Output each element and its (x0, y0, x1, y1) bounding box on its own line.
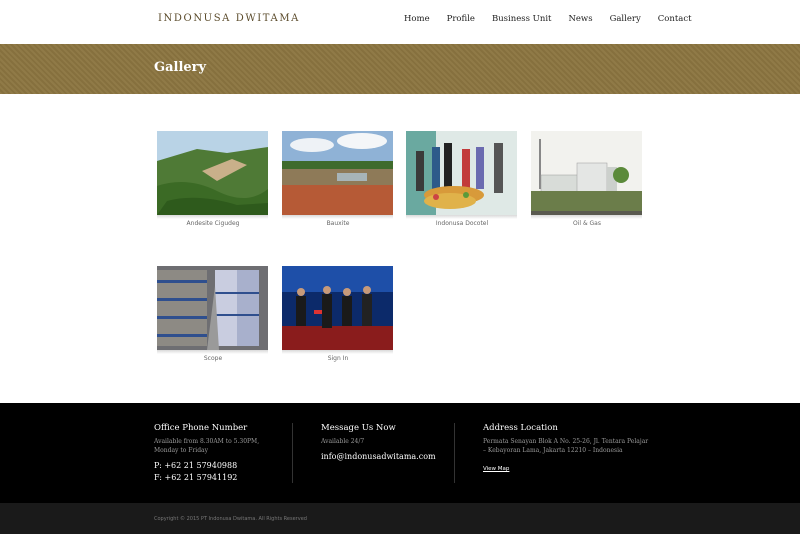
main-nav: Home Profile Business Unit News Gallery … (404, 14, 709, 24)
thumb-shadow (157, 350, 268, 354)
thumb-shadow (531, 215, 642, 219)
gallery-item-docotel[interactable]: Indonusa Docotel (406, 131, 518, 227)
gallery-caption: Oil & Gas (572, 220, 601, 227)
page-banner: Gallery (0, 44, 800, 94)
footer-address: Address Location Permata Senayan Blok A … (483, 423, 653, 474)
footer-email-link[interactable]: info@indonusadwitama.com (321, 452, 441, 461)
gallery-caption: Sign In (327, 355, 349, 362)
gallery-image-docotel[interactable] (406, 131, 517, 215)
footer-address-text: Permata Senayan Blok A No. 25-26, Jl. Te… (483, 438, 649, 454)
gallery-item-oil-gas[interactable]: Oil & Gas (531, 131, 643, 227)
footer-phone-title: Office Phone Number (154, 423, 248, 433)
footer-message: Message Us Now Available 24/7 info@indon… (321, 423, 441, 461)
copyright-bar: Copyright © 2015 PT Indonusa Dwitama. Al… (0, 503, 800, 534)
footer-phone-number[interactable]: P: +62 21 57940988 (154, 461, 284, 470)
thumb-shadow (282, 350, 393, 354)
nav-profile[interactable]: Profile (447, 14, 475, 24)
nav-contact[interactable]: Contact (658, 14, 692, 24)
nav-gallery[interactable]: Gallery (610, 14, 641, 24)
footer-address-title: Address Location (483, 423, 558, 433)
gallery-item-scope[interactable]: Scope (157, 266, 269, 362)
gallery-caption: Andesite Cigudeg (186, 220, 240, 227)
thumb-shadow (282, 215, 393, 219)
nav-home[interactable]: Home (404, 14, 430, 24)
gallery-item-andesite[interactable]: Andesite Cigudeg (157, 131, 269, 227)
copyright-text: Copyright © 2015 PT Indonusa Dwitama. Al… (154, 516, 307, 522)
footer-divider (454, 423, 455, 483)
gallery-item-bauxite[interactable]: Bauxite (282, 131, 394, 227)
gallery-caption: Indonusa Docotel (435, 220, 489, 227)
footer: Office Phone Number Available from 8.30A… (0, 403, 800, 503)
gallery-image-sign-in[interactable] (282, 266, 393, 350)
thumb-shadow (157, 215, 268, 219)
gallery-caption: Bauxite (326, 220, 350, 227)
gallery-image-oil-gas[interactable] (531, 131, 642, 215)
nav-news[interactable]: News (568, 14, 592, 24)
footer-fax-number: F: +62 21 57941192 (154, 473, 238, 482)
footer-divider (292, 423, 293, 483)
footer-phone: Office Phone Number Available from 8.30A… (154, 423, 284, 482)
gallery-item-sign-in[interactable]: Sign In (282, 266, 394, 362)
gallery-image-andesite[interactable] (157, 131, 268, 215)
gallery-image-scope[interactable] (157, 266, 268, 350)
site-logo[interactable]: INDONUSA DWITAMA (158, 13, 300, 24)
footer-message-availability: Available 24/7 (321, 438, 365, 445)
gallery-image-bauxite[interactable] (282, 131, 393, 215)
header: INDONUSA DWITAMA Home Profile Business U… (0, 0, 800, 44)
footer-message-title: Message Us Now (321, 423, 396, 433)
view-map-link[interactable]: View Map (483, 466, 509, 472)
gallery-caption: Scope (203, 355, 223, 362)
page-title: Gallery (154, 60, 207, 75)
nav-business-unit[interactable]: Business Unit (492, 14, 552, 24)
footer-phone-hours: Available from 8.30AM to 5.30PM, Monday … (154, 438, 260, 454)
thumb-shadow (406, 215, 517, 219)
